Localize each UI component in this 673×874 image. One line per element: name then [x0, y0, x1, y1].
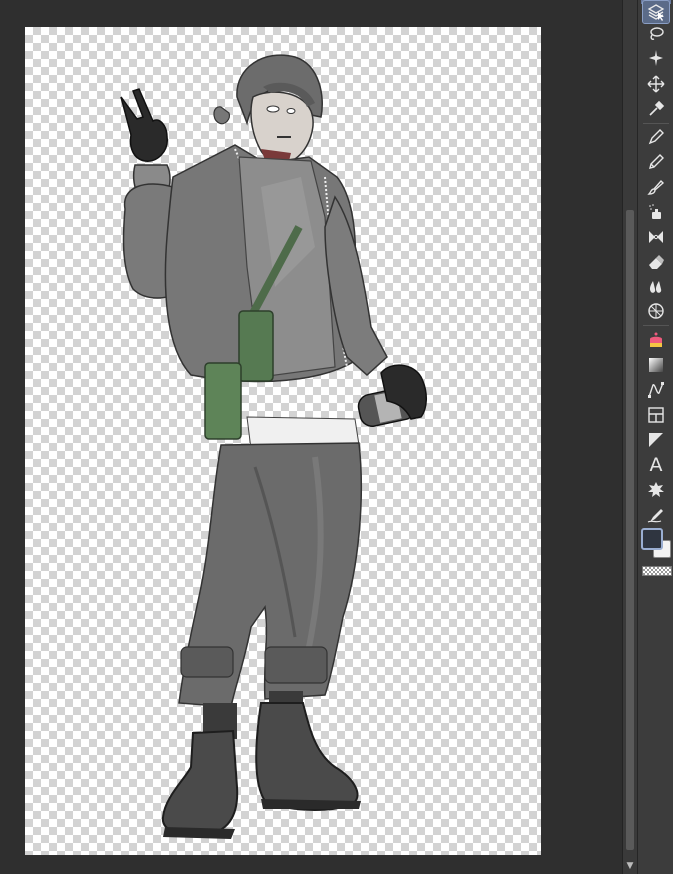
lasso-icon: [650, 27, 664, 40]
frame-icon: [648, 407, 664, 423]
scroll-down-arrow-icon[interactable]: ▼: [623, 860, 637, 872]
pen-icon: [648, 129, 664, 145]
magic-wand-icon: [649, 50, 663, 66]
tool-operation[interactable]: [642, 0, 670, 24]
tool-blend[interactable]: [643, 276, 669, 298]
tool-pen[interactable]: [643, 126, 669, 148]
tool-magic-wand[interactable]: [643, 47, 669, 69]
canvas[interactable]: [25, 27, 541, 855]
eyedropper-icon: [649, 100, 665, 116]
brush-icon: [647, 179, 665, 195]
tool-decoration[interactable]: [643, 226, 669, 248]
cursor-object-icon: [647, 4, 665, 21]
vertical-scrollbar[interactable]: ▼: [622, 0, 637, 874]
tool-separator: [643, 123, 669, 124]
tool-lasso[interactable]: [643, 23, 669, 45]
balloon-icon: [648, 482, 664, 497]
tool-airbrush[interactable]: [643, 201, 669, 223]
tool-text[interactable]: A: [643, 454, 669, 476]
decoration-icon: [649, 231, 663, 243]
tool-frame-border[interactable]: [643, 404, 669, 426]
tool-ruler[interactable]: [643, 429, 669, 451]
tool-correct-line[interactable]: [643, 504, 669, 526]
tool-eyedropper[interactable]: [643, 98, 669, 120]
tool-brush[interactable]: [643, 176, 669, 198]
tool-move[interactable]: [643, 73, 669, 95]
tool-eraser[interactable]: [643, 251, 669, 273]
ruler-icon: [649, 433, 663, 447]
cake-icon: [650, 332, 662, 347]
curve-icon: [648, 382, 664, 398]
eraser-icon: [649, 255, 664, 269]
tool-gradient[interactable]: [643, 354, 669, 376]
color-swatches: [641, 528, 673, 560]
blend-icon: [649, 281, 662, 293]
tool-figure[interactable]: [643, 379, 669, 401]
character-artwork: [120, 54, 427, 839]
scrollbar-thumb[interactable]: [626, 210, 634, 850]
tool-separator: [643, 325, 669, 326]
transparent-color-swatch[interactable]: [642, 566, 672, 576]
foreground-color-swatch[interactable]: [641, 528, 663, 550]
move-icon: [647, 75, 665, 93]
tool-fill[interactable]: [643, 300, 669, 322]
tool-balloon[interactable]: [643, 479, 669, 501]
tool-gradient-cake[interactable]: [643, 329, 669, 351]
gradient-icon: [649, 358, 663, 372]
correct-line-icon: [647, 509, 663, 523]
pencil-icon: [649, 154, 664, 169]
text-icon: A: [649, 454, 663, 476]
airbrush-icon: [649, 204, 661, 219]
fill-icon: [648, 303, 664, 319]
tool-palette: A: [637, 0, 673, 874]
tool-pencil[interactable]: [643, 151, 669, 173]
workspace: [0, 0, 622, 874]
